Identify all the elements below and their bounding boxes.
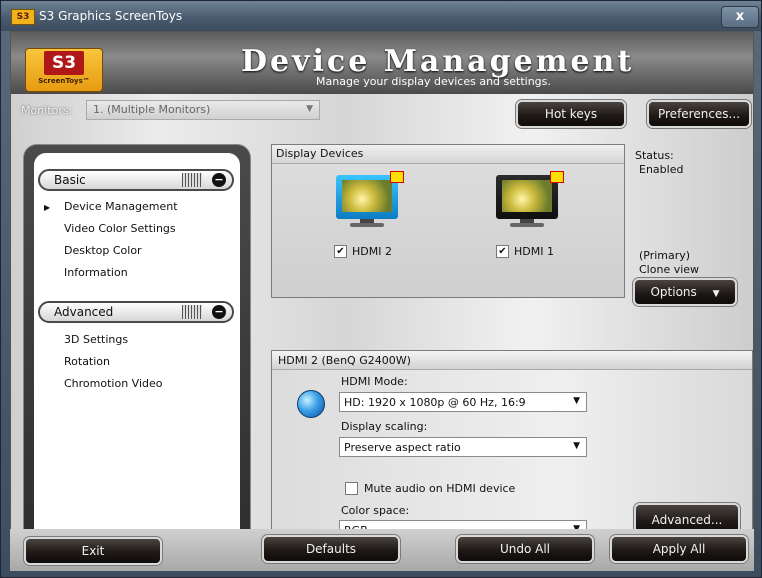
chevron-down-icon: ▼	[306, 104, 313, 114]
nav-item-chromotion-video[interactable]: Chromotion Video	[64, 377, 163, 390]
title-bar: S3 S3 Graphics ScreenToys x	[1, 1, 761, 31]
status-value: Enabled	[639, 163, 684, 176]
chevron-down-icon: ▼	[573, 396, 580, 406]
nav-section-basic-label: Basic	[54, 173, 86, 187]
hdmi2-enable-checkbox[interactable]: ✔	[334, 245, 347, 258]
monitors-select-value: 1. (Multiple Monitors)	[93, 103, 211, 116]
display-scaling-label: Display scaling:	[341, 420, 428, 433]
collapse-icon[interactable]: −	[212, 173, 226, 187]
close-button[interactable]: x	[721, 6, 759, 28]
s3-logo-mark: S3	[44, 51, 84, 75]
current-page-arrow-icon: ▶	[44, 203, 51, 212]
hdmi-mode-label: HDMI Mode:	[341, 375, 408, 388]
nav-section-advanced-label: Advanced	[54, 305, 114, 319]
app-window: S3 S3 Graphics ScreenToys x S3 ScreenToy…	[0, 0, 762, 578]
collapse-icon[interactable]: −	[212, 305, 226, 319]
grip-icon	[182, 305, 202, 319]
monitor-base	[510, 223, 544, 227]
nav-panel: Basic − ▶ Device Management Video Color …	[23, 144, 251, 554]
page-subtitle: Manage your display devices and settings…	[316, 75, 551, 88]
defaults-button[interactable]: Defaults	[262, 535, 400, 563]
monitors-select[interactable]: 1. (Multiple Monitors) ▼	[86, 100, 320, 120]
monitor-hdmi2-icon[interactable]	[336, 171, 404, 227]
mute-audio-label: Mute audio on HDMI device	[364, 482, 516, 495]
hdmi-settings-title: HDMI 2 (BenQ G2400W)	[278, 354, 411, 367]
hdmi1-enable-checkbox[interactable]: ✔	[496, 245, 509, 258]
header-band: S3 ScreenToys™ Device Management Manage …	[11, 32, 753, 94]
display-devices-title: Display Devices	[276, 147, 364, 160]
hdmi-settings-header: HDMI 2 (BenQ G2400W)	[272, 351, 752, 370]
nav-item-rotation[interactable]: Rotation	[64, 355, 110, 368]
primary-badge-icon	[390, 171, 404, 183]
status-title: Status:	[635, 149, 674, 162]
status-clone-view: Clone view	[639, 263, 700, 276]
undo-all-button[interactable]: Undo All	[456, 535, 594, 563]
display-scaling-select[interactable]: Preserve aspect ratio ▼	[339, 437, 587, 457]
chevron-down-icon: ▼	[573, 441, 580, 451]
mute-audio-checkbox[interactable]	[345, 482, 358, 495]
clone-badge-icon	[550, 171, 564, 183]
window-title: S3 Graphics ScreenToys	[39, 9, 183, 23]
client-area: S3 ScreenToys™ Device Management Manage …	[10, 31, 754, 571]
nav-list: Basic − ▶ Device Management Video Color …	[34, 153, 240, 543]
display-scaling-value: Preserve aspect ratio	[344, 441, 461, 454]
app-logo-icon: S3	[11, 9, 35, 25]
nav-section-advanced[interactable]: Advanced −	[38, 301, 234, 323]
page-title: Device Management	[241, 44, 635, 79]
chevron-down-icon: ▼	[712, 289, 720, 299]
bottom-bar: Exit Defaults Undo All Apply All	[10, 529, 754, 571]
monitors-label: Monitors:	[21, 104, 73, 117]
s3-logo: S3 ScreenToys™	[25, 48, 103, 92]
nav-item-device-management[interactable]: Device Management	[64, 200, 178, 213]
preferences-button[interactable]: Preferences...	[647, 100, 751, 128]
hdmi1-label: HDMI 1	[514, 245, 554, 258]
options-button[interactable]: Options ▼	[633, 278, 737, 306]
nav-item-video-color-settings[interactable]: Video Color Settings	[64, 222, 176, 235]
s3-logo-subtitle: ScreenToys™	[38, 77, 90, 85]
hdmi-mode-select[interactable]: HD: 1920 x 1080p @ 60 Hz, 16:9 ▼	[339, 392, 587, 412]
hotkeys-button[interactable]: Hot keys	[516, 100, 626, 128]
hdmi-settings-panel: HDMI 2 (BenQ G2400W) HDMI Mode: HD: 1920…	[271, 350, 753, 554]
hdmi-mode-value: HD: 1920 x 1080p @ 60 Hz, 16:9	[344, 396, 526, 409]
nav-item-desktop-color[interactable]: Desktop Color	[64, 244, 142, 257]
nav-item-3d-settings[interactable]: 3D Settings	[64, 333, 128, 346]
display-devices-panel: Display Devices ✔ HDMI 2 ✔ HDMI 1	[271, 144, 625, 298]
grip-icon	[182, 173, 202, 187]
color-space-label: Color space:	[341, 504, 410, 517]
monitor-screen	[342, 180, 392, 212]
nav-item-information[interactable]: Information	[64, 266, 128, 279]
exit-button[interactable]: Exit	[24, 537, 162, 565]
monitor-base	[350, 223, 384, 227]
display-devices-header: Display Devices	[272, 145, 624, 164]
nav-section-basic[interactable]: Basic −	[38, 169, 234, 191]
options-button-label: Options	[650, 285, 697, 299]
monitor-screen	[502, 180, 552, 212]
apply-all-button[interactable]: Apply All	[610, 535, 748, 563]
hdmi2-label: HDMI 2	[352, 245, 392, 258]
monitor-hdmi1-icon[interactable]	[496, 171, 564, 227]
status-primary: (Primary)	[639, 249, 691, 262]
globe-icon	[297, 390, 325, 418]
